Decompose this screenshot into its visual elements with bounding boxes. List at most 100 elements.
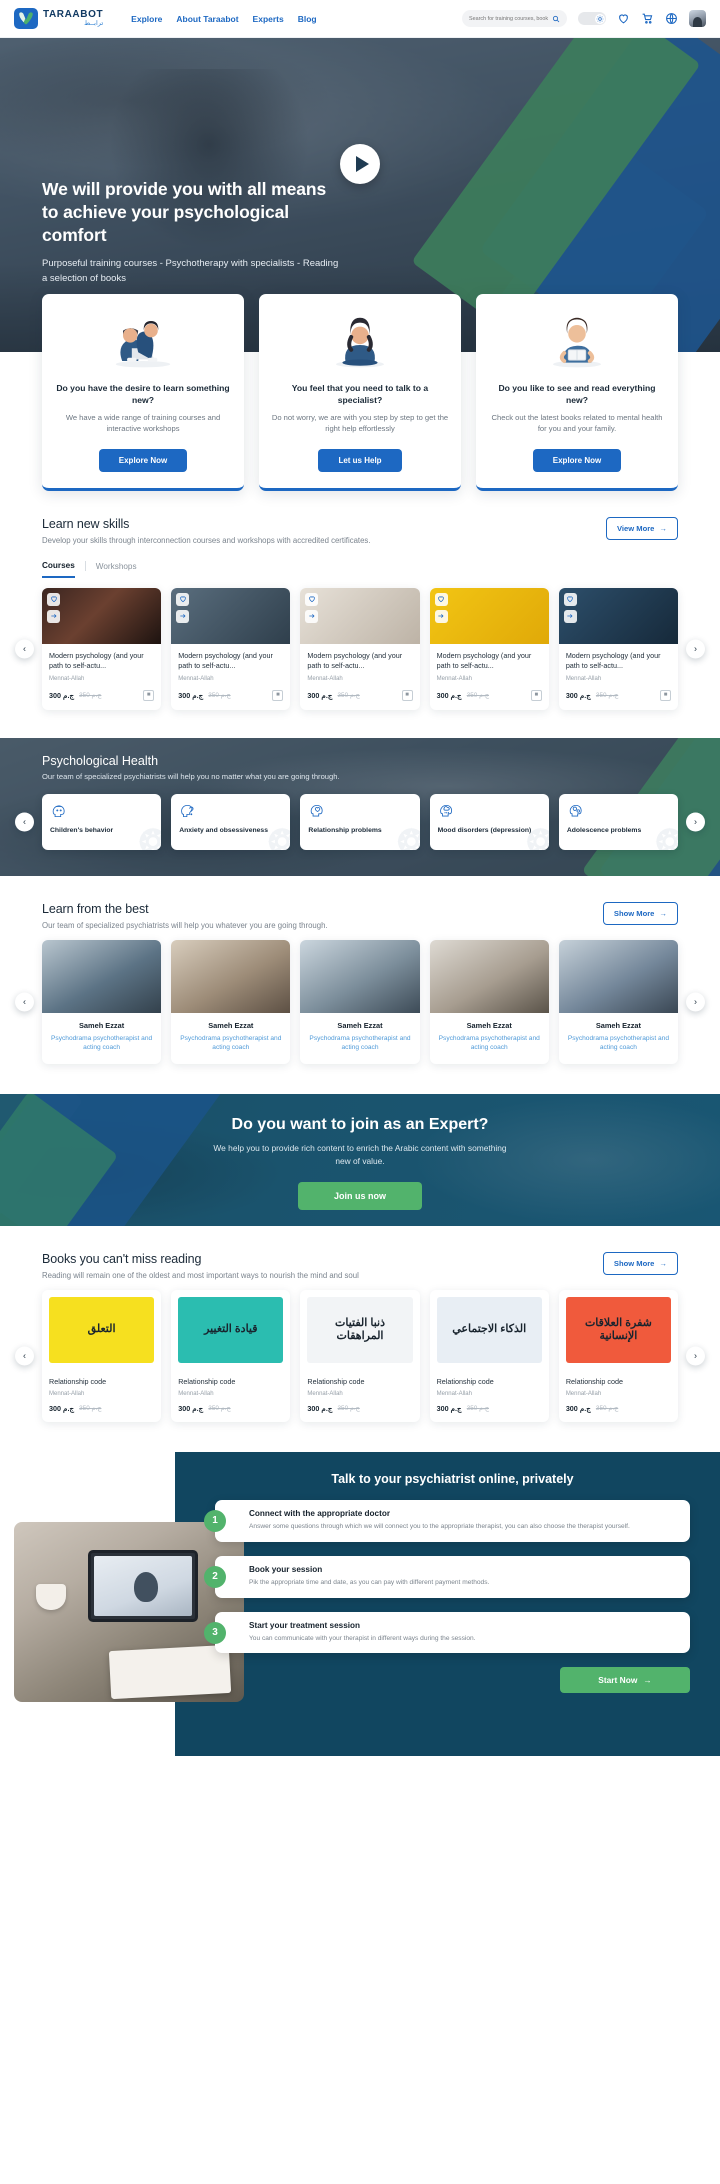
explore-now-button[interactable]: Explore Now xyxy=(532,448,622,472)
expert-name: Sameh Ezzat xyxy=(466,1020,512,1030)
tab-workshops[interactable]: Workshops xyxy=(96,562,137,577)
step-number: 2 xyxy=(204,1565,226,1588)
health-card[interactable]: ❂ Anxiety and obsessiveness xyxy=(171,793,291,850)
section-title: Learn new skills xyxy=(42,516,130,531)
book-author: Mennat-Allah xyxy=(565,1390,602,1397)
course-card[interactable]: Modern psychology (and your path to self… xyxy=(429,587,549,710)
health-card-label: Mood disorders (depression) xyxy=(437,826,532,834)
book-cover: التعلق xyxy=(42,1290,161,1370)
talk-online-section: Talk to your psychiatrist online, privat… xyxy=(0,1451,720,1756)
health-card[interactable]: ❂ Adolescence problems xyxy=(558,793,679,850)
share-icon[interactable] xyxy=(563,609,577,623)
show-more-label: Show More xyxy=(613,908,655,918)
wishlist-heart-icon[interactable] xyxy=(563,592,577,606)
health-card[interactable]: ❂ Relationship problems xyxy=(300,793,420,850)
head-cloud-rain-icon xyxy=(438,802,456,820)
join-us-now-button[interactable]: Join us now xyxy=(297,1181,422,1210)
search-icon[interactable] xyxy=(552,15,560,23)
start-now-button[interactable]: Start Now → xyxy=(560,1667,690,1694)
promo-cards: Do you have the desire to learn somethin… xyxy=(0,294,720,491)
tab-courses[interactable]: Courses xyxy=(42,561,75,578)
course-thumbnail xyxy=(558,587,679,644)
carousel-prev-button[interactable]: ‹ xyxy=(15,639,34,659)
cart-icon[interactable] xyxy=(641,12,654,25)
expert-card[interactable]: Sameh Ezzat Psychodrama psychotherapist … xyxy=(42,939,162,1064)
expert-role: Psychodrama psychotherapist and acting c… xyxy=(567,1034,669,1052)
book-price-row: 300 ج.م 350 ج.م xyxy=(178,1404,283,1413)
nav-item-explore[interactable]: Explore xyxy=(131,14,162,24)
book-price-row: 300 ج.م 350 ج.م xyxy=(437,1404,542,1413)
view-more-button[interactable]: View More → xyxy=(605,516,678,540)
promo-illustration-specialist xyxy=(271,308,449,370)
arrow-right-icon: → xyxy=(659,1258,667,1268)
expert-card[interactable]: Sameh Ezzat Psychodrama psychotherapist … xyxy=(300,939,420,1064)
promo-text: Check out the latest books related to me… xyxy=(491,412,663,434)
book-card[interactable]: قيادة التغيير Relationship code Mennat-A… xyxy=(171,1289,291,1422)
heart-icon[interactable] xyxy=(617,12,630,25)
nav-item-blog[interactable]: Blog xyxy=(298,14,317,24)
experts-prev-button[interactable]: ‹ xyxy=(15,992,34,1012)
health-next-button[interactable]: › xyxy=(686,812,705,832)
course-old-price: 350 ج.م xyxy=(208,692,231,700)
wishlist-heart-icon[interactable] xyxy=(305,592,319,606)
share-icon[interactable] xyxy=(305,609,319,623)
logo[interactable]: TARAABOT ترابــط xyxy=(14,8,103,29)
book-cover-title: الذكاء الاجتماعي xyxy=(436,1296,542,1363)
nav-item-experts[interactable]: Experts xyxy=(253,14,284,24)
course-old-price: 350 ج.م xyxy=(466,692,490,700)
book-cover-title: ذنبا الفتيات المراهقات xyxy=(307,1296,413,1363)
share-icon[interactable] xyxy=(176,609,190,623)
book-price: 300 ج.م xyxy=(49,1403,75,1413)
logo-wordmark: TARAABOT xyxy=(43,8,104,20)
expert-card[interactable]: Sameh Ezzat Psychodrama psychotherapist … xyxy=(429,939,549,1064)
explore-now-button[interactable]: Explore Now xyxy=(98,448,188,472)
expert-card[interactable]: Sameh Ezzat Psychodrama psychotherapist … xyxy=(558,939,679,1064)
wishlist-heart-icon[interactable] xyxy=(47,592,60,606)
share-icon[interactable] xyxy=(434,609,448,623)
expert-photo xyxy=(300,939,420,1013)
step-title: Book your session xyxy=(249,1564,323,1574)
nav-item-about[interactable]: About Taraabot xyxy=(176,14,238,24)
book-card[interactable]: ذنبا الفتيات المراهقات Relationship code… xyxy=(300,1289,420,1422)
book-cover-title: التعلق xyxy=(49,1296,155,1363)
course-price-row: 300 ج.م 350 ج.م ■ xyxy=(49,689,155,701)
book-card[interactable]: شفرة العلاقات الإنسانية Relationship cod… xyxy=(558,1289,679,1422)
health-card[interactable]: ❂ Children's behavior xyxy=(42,793,162,850)
show-more-button[interactable]: Show More → xyxy=(602,1251,678,1275)
user-avatar[interactable] xyxy=(689,10,706,27)
books-header: Books you can't miss reading Reading wil… xyxy=(42,1251,678,1280)
health-card[interactable]: ❂ Mood disorders (depression) xyxy=(429,793,549,850)
book-card[interactable]: التعلق Relationship code Mennat-Allah 30… xyxy=(42,1289,162,1422)
play-video-button[interactable] xyxy=(340,144,380,184)
books-prev-button[interactable]: ‹ xyxy=(15,1346,34,1366)
course-title: Modern psychology (and your path to self… xyxy=(436,650,532,671)
experts-next-button[interactable]: › xyxy=(686,992,705,1012)
globe-icon[interactable] xyxy=(665,12,678,25)
course-card[interactable]: Modern psychology (and your path to self… xyxy=(42,587,162,710)
course-price-row: 300 ج.م 350 ج.م ■ xyxy=(307,689,413,701)
promo-card-specialist: You feel that you need to talk to a spec… xyxy=(259,294,461,491)
step-title: Start your treatment session xyxy=(249,1620,361,1630)
show-more-button[interactable]: Show More → xyxy=(602,901,678,925)
promo-illustration-learn xyxy=(54,308,232,370)
course-card[interactable]: Modern psychology (and your path to self… xyxy=(300,587,420,710)
book-card[interactable]: الذكاء الاجتماعي Relationship code Menna… xyxy=(429,1289,549,1422)
book-cover: قيادة التغيير xyxy=(171,1290,290,1370)
course-price-row: 300 ج.م 350 ج.م ■ xyxy=(178,689,284,701)
books-next-button[interactable]: › xyxy=(686,1346,705,1366)
search-input[interactable] xyxy=(469,15,548,22)
course-card[interactable]: Modern psychology (and your path to self… xyxy=(558,587,679,710)
section-subtitle: Develop your skills through interconnect… xyxy=(42,535,371,545)
course-card[interactable]: Modern psychology (and your path to self… xyxy=(171,587,291,710)
wishlist-heart-icon[interactable] xyxy=(434,592,448,606)
course-old-price: 350 ج.م xyxy=(595,692,619,700)
expert-card[interactable]: Sameh Ezzat Psychodrama psychotherapist … xyxy=(171,939,291,1064)
carousel-next-button[interactable]: › xyxy=(686,639,705,659)
health-card-list: ❂ Children's behavior ❂ Anxiety and obse… xyxy=(42,793,679,850)
let-us-help-button[interactable]: Let us Help xyxy=(318,448,402,472)
theme-toggle[interactable] xyxy=(578,12,606,25)
wishlist-heart-icon[interactable] xyxy=(176,592,190,606)
health-prev-button[interactable]: ‹ xyxy=(15,812,34,832)
share-icon[interactable] xyxy=(47,609,60,623)
search-box[interactable] xyxy=(462,10,567,27)
